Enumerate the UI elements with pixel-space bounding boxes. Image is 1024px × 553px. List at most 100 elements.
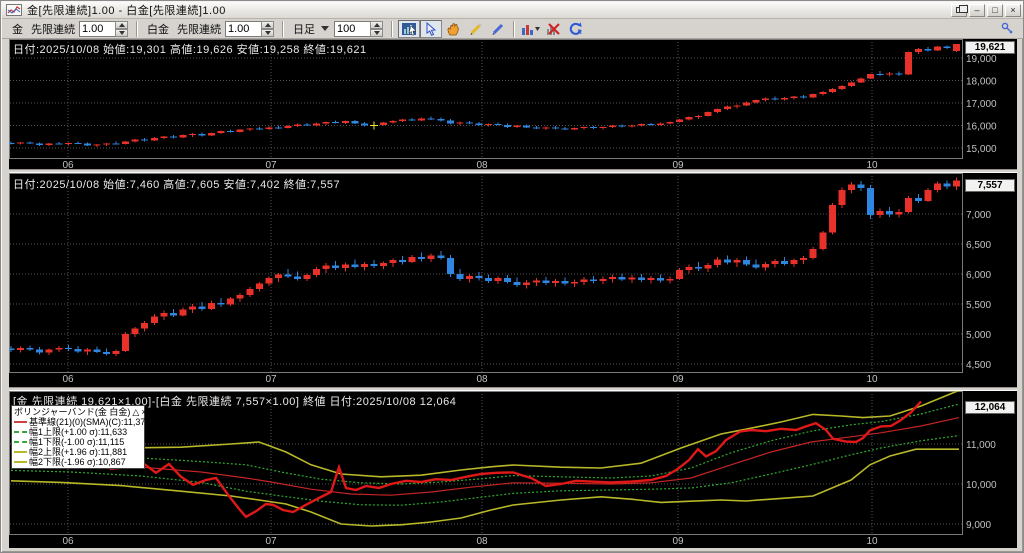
svg-text:19,000: 19,000 <box>966 54 997 65</box>
panel-splitter[interactable] <box>9 169 1017 173</box>
spread-current-value: 12,064 <box>965 401 1015 414</box>
svg-text:17,000: 17,000 <box>966 99 997 110</box>
svg-text:16,000: 16,000 <box>966 122 997 133</box>
float-window-button[interactable] <box>951 3 968 17</box>
gold-current-value: 19,621 <box>965 41 1015 54</box>
svg-text:07: 07 <box>265 374 277 385</box>
svg-text:07: 07 <box>265 536 277 547</box>
settings-button[interactable] <box>996 20 1018 38</box>
platinum-current-value: 7,557 <box>965 179 1015 192</box>
crosshair-mode-button[interactable] <box>398 19 420 38</box>
maximize-button[interactable]: □ <box>987 3 1003 17</box>
svg-text:09: 09 <box>672 536 684 547</box>
platinum-multiplier-spinner <box>225 20 274 37</box>
spin-up-icon <box>118 22 125 27</box>
select-arrow-icon <box>426 21 437 36</box>
gold-label: 金 <box>12 23 23 36</box>
chart-delete-icon <box>547 22 560 35</box>
platinum-multiplier-input[interactable] <box>225 20 261 37</box>
titlebar[interactable]: 金[先限連続]1.00 - 白金[先限連続]1.00 – □ × <box>2 2 1023 19</box>
legend-close-button[interactable]: × <box>141 407 146 417</box>
chevron-down-icon[interactable] <box>321 26 329 31</box>
indicator-chart-button[interactable] <box>520 20 542 38</box>
platinum-panel-header: 日付:2025/10/08 始値:7,460 高値:7,605 安値:7,402… <box>13 179 341 191</box>
line-swatch-icon <box>14 421 27 423</box>
svg-text:10: 10 <box>866 536 878 547</box>
gold-spin-down-button[interactable] <box>115 28 128 37</box>
panel-2-plot <box>10 391 960 527</box>
pan-tool-button[interactable] <box>442 20 464 38</box>
legend-item: 幅1上限(+1.00 σ):11,633 <box>14 427 142 437</box>
gold-panel-header: 日付:2025/10/08 始値:19,301 高値:19,626 安値:19,… <box>13 44 367 56</box>
panel-splitter[interactable] <box>9 387 1017 391</box>
svg-text:10: 10 <box>866 374 878 385</box>
spin-down-icon <box>373 30 380 35</box>
spin-down-icon <box>264 30 271 35</box>
svg-text:15,000: 15,000 <box>966 144 997 155</box>
close-button[interactable]: × <box>1005 3 1021 17</box>
pen-tool-button[interactable] <box>486 20 508 38</box>
minimize-button[interactable]: – <box>969 3 985 17</box>
legend-item-label: 基準線(21)(0)(SMA)(C):11,374 <box>29 417 151 427</box>
bar-count-spin-up-button[interactable] <box>370 20 383 29</box>
charts-svg: 19,000 18,000 17,000 16,000 15,000 06 07 08 09 10… <box>9 39 997 547</box>
gold-spin-up-button[interactable] <box>115 20 128 29</box>
line-swatch-icon <box>14 451 27 453</box>
svg-text:11,000: 11,000 <box>966 440 996 451</box>
svg-text:6,000: 6,000 <box>966 270 991 281</box>
window-title: 金[先限連続]1.00 - 白金[先限連続]1.00 <box>27 5 226 17</box>
toolbar-separator <box>391 20 393 37</box>
chart-area[interactable]: 19,000 18,000 17,000 16,000 15,000 06 07 08 09 10… <box>9 39 1017 548</box>
svg-text:08: 08 <box>476 536 488 547</box>
hand-icon <box>447 22 459 35</box>
svg-text:10,000: 10,000 <box>966 480 997 491</box>
line-swatch-icon <box>14 461 27 463</box>
legend-item-label: 幅1下限(-1.00 σ):11,115 <box>29 437 125 447</box>
float-window-icon <box>955 5 968 13</box>
pencil-icon <box>470 22 482 35</box>
svg-text:7,000: 7,000 <box>966 210 991 221</box>
pencil-tool-button[interactable] <box>464 20 486 38</box>
svg-text:5,000: 5,000 <box>966 330 991 341</box>
bar-count-spinner <box>334 20 383 37</box>
svg-text:5,500: 5,500 <box>966 300 991 311</box>
svg-text:4,500: 4,500 <box>966 360 991 371</box>
svg-text:08: 08 <box>476 374 488 385</box>
chart-pointer-icon <box>402 22 417 35</box>
toolbar-separator <box>136 20 138 37</box>
platinum-series-label: 先限連続 <box>177 23 221 36</box>
legend-collapse-button[interactable]: △ <box>132 407 139 417</box>
toolbar-separator <box>282 20 284 37</box>
refresh-button[interactable]: R <box>564 20 586 38</box>
gold-series-label: 先限連続 <box>31 23 75 36</box>
panel-1-plot <box>9 177 960 357</box>
line-swatch-icon <box>14 441 27 443</box>
platinum-spin-up-button[interactable] <box>261 20 274 29</box>
remove-indicator-button[interactable] <box>542 20 564 38</box>
toolbar-separator <box>513 20 515 37</box>
platinum-spin-down-button[interactable] <box>261 28 274 37</box>
chart-window: 金[先限連続]1.00 - 白金[先限連続]1.00 – □ × 金 先限連続 … <box>0 0 1024 553</box>
period-dropdown[interactable]: 日足 <box>293 21 315 37</box>
bar-count-spin-down-button[interactable] <box>370 28 383 37</box>
svg-text:18,000: 18,000 <box>966 77 997 88</box>
legend-item: 幅1下限(-1.00 σ):11,115 <box>14 437 142 447</box>
bar-count-input[interactable] <box>334 20 370 37</box>
spin-down-icon <box>118 30 125 35</box>
legend-item: 幅2上限(+1.96 σ):11,881 <box>14 447 142 457</box>
toolbar: 金 先限連続 白金 先限連続 日足 <box>2 19 1023 39</box>
svg-text:6,500: 6,500 <box>966 240 991 251</box>
key-icon <box>1001 22 1012 34</box>
svg-text:06: 06 <box>62 536 74 547</box>
select-tool-button[interactable] <box>420 19 442 38</box>
panel-0-plot <box>9 43 960 148</box>
legend-item: 基準線(21)(0)(SMA)(C):11,374 <box>14 417 150 427</box>
pen-icon <box>492 23 503 35</box>
app-chart-icon <box>6 4 22 16</box>
svg-text:R: R <box>578 30 583 36</box>
svg-text:9,000: 9,000 <box>966 520 991 531</box>
legend-item-label: 幅2下限(-1.96 σ):10,867 <box>29 457 126 467</box>
legend-title: ボリンジャーバンド(金 白金) <box>14 407 131 417</box>
svg-text:06: 06 <box>62 374 74 385</box>
gold-multiplier-input[interactable] <box>79 20 115 37</box>
